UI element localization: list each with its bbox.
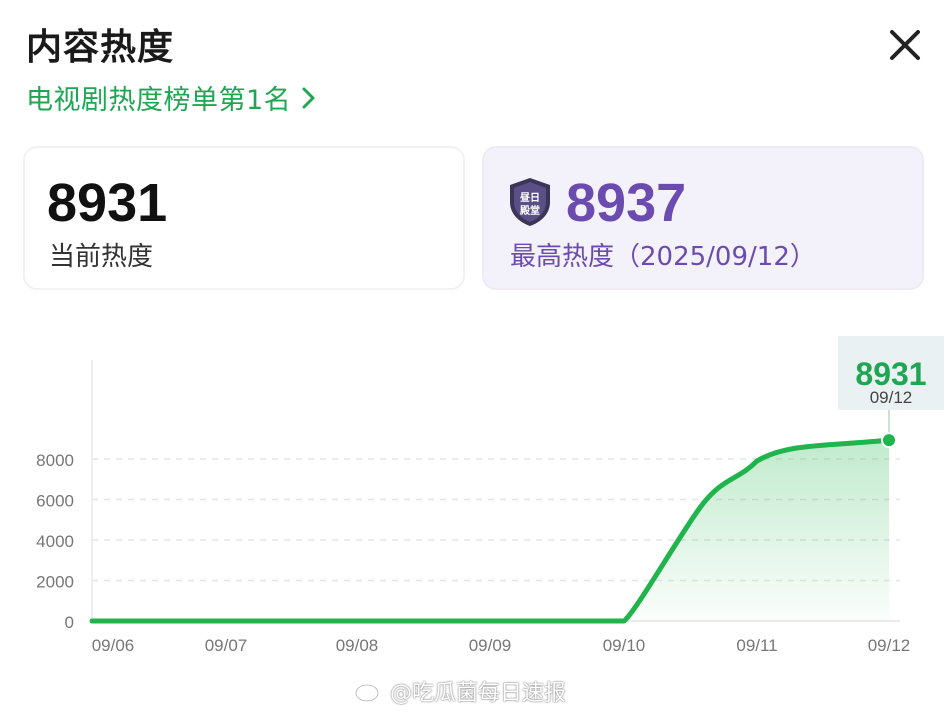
page-title: 内容热度 <box>26 27 175 68</box>
tooltip-date: 09/12 <box>870 388 913 407</box>
peak-heat-card: 昼日 殿堂 8937 最高热度（2025/09/12） <box>482 146 924 290</box>
x-tick-label: 09/06 <box>92 636 135 655</box>
current-heat-value: 8931 <box>47 173 168 233</box>
rank-link[interactable]: 电视剧热度榜单第1名 <box>26 78 317 117</box>
x-tick-label: 09/12 <box>868 636 911 655</box>
badge-text-top: 昼日 <box>520 192 540 204</box>
weibo-icon <box>355 681 382 702</box>
close-icon[interactable] <box>886 26 924 64</box>
current-heat-card: 8931 当前热度 <box>23 146 465 290</box>
chart-tooltip: 8931 09/12 <box>838 336 944 436</box>
watermark: @吃瓜菌每日速报 <box>354 675 566 707</box>
shield-badge-icon: 昼日 殿堂 <box>510 178 550 226</box>
y-tick-label: 2000 <box>36 573 74 592</box>
x-tick-label: 09/10 <box>603 636 646 655</box>
y-tick-label: 4000 <box>36 532 74 551</box>
tooltip-value: 8931 <box>855 356 926 392</box>
peak-heat-value: 8937 <box>566 173 687 233</box>
x-tick-label: 09/07 <box>205 636 248 655</box>
peak-heat-label: 最高热度（2025/09/12） <box>510 242 816 272</box>
latest-data-point[interactable] <box>881 432 897 449</box>
heat-trend-chart: 8000 6000 4000 2000 0 09/06 09/07 09/08 09/09 09… <box>36 336 944 655</box>
heat-area <box>92 440 889 621</box>
x-tick-label: 09/11 <box>736 636 777 655</box>
current-heat-label: 当前热度 <box>49 242 154 272</box>
y-tick-label: 0 <box>65 613 74 632</box>
badge-text-bottom: 殿堂 <box>519 204 540 217</box>
y-tick-label: 6000 <box>36 492 74 511</box>
x-tick-label: 09/09 <box>469 636 512 655</box>
x-tick-label: 09/08 <box>336 636 379 655</box>
y-tick-label: 8000 <box>36 451 74 470</box>
chevron-right-icon <box>301 85 317 111</box>
watermark-text: @吃瓜菌每日速报 <box>390 681 567 706</box>
rank-link-label: 电视剧热度榜单第1名 <box>26 85 292 116</box>
